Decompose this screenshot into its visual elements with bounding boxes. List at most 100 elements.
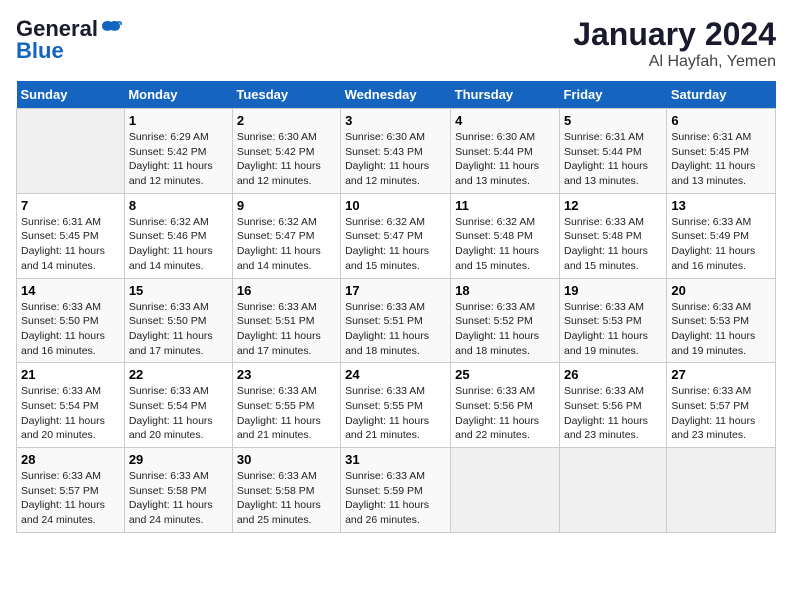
day-number: 9 <box>237 198 336 213</box>
day-info: Sunrise: 6:31 AM Sunset: 5:45 PM Dayligh… <box>21 215 120 274</box>
header-day-monday: Monday <box>124 81 232 109</box>
calendar-cell: 24 Sunrise: 6:33 AM Sunset: 5:55 PM Dayli… <box>341 363 451 448</box>
calendar-week-row: 28Sunrise: 6:33 AM Sunset: 5:57 PM Dayli… <box>17 448 776 533</box>
day-info: Sunrise: 6:33 AM Sunset: 5:50 PM Dayligh… <box>21 300 120 359</box>
day-number: 20 <box>671 283 771 298</box>
calendar-cell: 18 Sunrise: 6:33 AM Sunset: 5:52 PM Dayli… <box>451 278 560 363</box>
calendar-cell: 23 Sunrise: 6:33 AM Sunset: 5:55 PM Dayli… <box>232 363 340 448</box>
calendar-cell: 8 Sunrise: 6:32 AM Sunset: 5:46 PM Daylig… <box>124 193 232 278</box>
day-number: 5 <box>564 113 662 128</box>
day-number: 10 <box>345 198 446 213</box>
day-info: Sunrise: 6:33 AM Sunset: 5:51 PM Dayligh… <box>237 300 336 359</box>
day-info: Sunrise: 6:30 AM Sunset: 5:42 PM Dayligh… <box>237 130 336 189</box>
day-number: 1 <box>129 113 228 128</box>
calendar-cell: 22 Sunrise: 6:33 AM Sunset: 5:54 PM Dayli… <box>124 363 232 448</box>
day-number: 13 <box>671 198 771 213</box>
calendar-cell: 21 Sunrise: 6:33 AM Sunset: 5:54 PM Dayli… <box>17 363 125 448</box>
day-number: 22 <box>129 367 228 382</box>
day-number: 4 <box>455 113 555 128</box>
day-number: 25 <box>455 367 555 382</box>
day-info: Sunrise: 6:31 AM Sunset: 5:45 PM Dayligh… <box>671 130 771 189</box>
calendar-cell: 2Sunrise: 6:30 AM Sunset: 5:42 PM Daylig… <box>232 109 340 194</box>
day-info: Sunrise: 6:32 AM Sunset: 5:48 PM Dayligh… <box>455 215 555 274</box>
logo: General Blue <box>16 16 122 64</box>
calendar-cell: 9 Sunrise: 6:32 AM Sunset: 5:47 PM Daylig… <box>232 193 340 278</box>
calendar-table: SundayMondayTuesdayWednesdayThursdayFrid… <box>16 81 776 533</box>
calendar-week-row: 21 Sunrise: 6:33 AM Sunset: 5:54 PM Dayli… <box>17 363 776 448</box>
day-number: 8 <box>129 198 228 213</box>
day-number: 6 <box>671 113 771 128</box>
logo-blue: Blue <box>16 38 64 64</box>
day-number: 7 <box>21 198 120 213</box>
day-info: Sunrise: 6:33 AM Sunset: 5:51 PM Dayligh… <box>345 300 446 359</box>
day-info: Sunrise: 6:32 AM Sunset: 5:46 PM Dayligh… <box>129 215 228 274</box>
calendar-cell: 15 Sunrise: 6:33 AM Sunset: 5:50 PM Dayli… <box>124 278 232 363</box>
day-info: Sunrise: 6:32 AM Sunset: 5:47 PM Dayligh… <box>345 215 446 274</box>
calendar-cell <box>667 448 776 533</box>
day-info: Sunrise: 6:33 AM Sunset: 5:55 PM Dayligh… <box>237 384 336 443</box>
day-number: 17 <box>345 283 446 298</box>
logo-bird-icon <box>100 18 122 40</box>
calendar-cell: 13 Sunrise: 6:33 AM Sunset: 5:49 PM Dayli… <box>667 193 776 278</box>
calendar-cell <box>559 448 666 533</box>
calendar-cell: 14Sunrise: 6:33 AM Sunset: 5:50 PM Dayli… <box>17 278 125 363</box>
day-number: 11 <box>455 198 555 213</box>
day-number: 29 <box>129 452 228 467</box>
day-info: Sunrise: 6:33 AM Sunset: 5:54 PM Dayligh… <box>129 384 228 443</box>
calendar-cell: 16 Sunrise: 6:33 AM Sunset: 5:51 PM Dayli… <box>232 278 340 363</box>
calendar-cell: 17 Sunrise: 6:33 AM Sunset: 5:51 PM Dayli… <box>341 278 451 363</box>
calendar-cell: 26Sunrise: 6:33 AM Sunset: 5:56 PM Dayli… <box>559 363 666 448</box>
day-number: 3 <box>345 113 446 128</box>
day-number: 24 <box>345 367 446 382</box>
calendar-cell: 29 Sunrise: 6:33 AM Sunset: 5:58 PM Dayli… <box>124 448 232 533</box>
day-info: Sunrise: 6:33 AM Sunset: 5:56 PM Dayligh… <box>455 384 555 443</box>
header-day-tuesday: Tuesday <box>232 81 340 109</box>
calendar-cell: 4 Sunrise: 6:30 AM Sunset: 5:44 PM Daylig… <box>451 109 560 194</box>
day-info: Sunrise: 6:29 AM Sunset: 5:42 PM Dayligh… <box>129 130 228 189</box>
day-info: Sunrise: 6:33 AM Sunset: 5:59 PM Dayligh… <box>345 469 446 528</box>
calendar-cell: 5Sunrise: 6:31 AM Sunset: 5:44 PM Daylig… <box>559 109 666 194</box>
main-title: January 2024 <box>573 16 776 53</box>
day-number: 15 <box>129 283 228 298</box>
day-info: Sunrise: 6:33 AM Sunset: 5:50 PM Dayligh… <box>129 300 228 359</box>
calendar-cell: 31Sunrise: 6:33 AM Sunset: 5:59 PM Dayli… <box>341 448 451 533</box>
calendar-cell: 11 Sunrise: 6:32 AM Sunset: 5:48 PM Dayli… <box>451 193 560 278</box>
calendar-header-row: SundayMondayTuesdayWednesdayThursdayFrid… <box>17 81 776 109</box>
day-info: Sunrise: 6:33 AM Sunset: 5:56 PM Dayligh… <box>564 384 662 443</box>
day-info: Sunrise: 6:30 AM Sunset: 5:44 PM Dayligh… <box>455 130 555 189</box>
header-day-sunday: Sunday <box>17 81 125 109</box>
day-number: 16 <box>237 283 336 298</box>
calendar-cell <box>17 109 125 194</box>
day-number: 30 <box>237 452 336 467</box>
day-info: Sunrise: 6:33 AM Sunset: 5:49 PM Dayligh… <box>671 215 771 274</box>
day-info: Sunrise: 6:32 AM Sunset: 5:47 PM Dayligh… <box>237 215 336 274</box>
calendar-week-row: 7 Sunrise: 6:31 AM Sunset: 5:45 PM Daylig… <box>17 193 776 278</box>
day-info: Sunrise: 6:33 AM Sunset: 5:54 PM Dayligh… <box>21 384 120 443</box>
day-info: Sunrise: 6:33 AM Sunset: 5:48 PM Dayligh… <box>564 215 662 274</box>
day-info: Sunrise: 6:33 AM Sunset: 5:58 PM Dayligh… <box>129 469 228 528</box>
day-number: 28 <box>21 452 120 467</box>
calendar-week-row: 1 Sunrise: 6:29 AM Sunset: 5:42 PM Daylig… <box>17 109 776 194</box>
calendar-cell: 30 Sunrise: 6:33 AM Sunset: 5:58 PM Dayli… <box>232 448 340 533</box>
calendar-cell: 10 Sunrise: 6:32 AM Sunset: 5:47 PM Dayli… <box>341 193 451 278</box>
day-number: 21 <box>21 367 120 382</box>
header-day-thursday: Thursday <box>451 81 560 109</box>
calendar-cell: 27 Sunrise: 6:33 AM Sunset: 5:57 PM Dayli… <box>667 363 776 448</box>
day-number: 23 <box>237 367 336 382</box>
day-number: 27 <box>671 367 771 382</box>
calendar-cell: 19Sunrise: 6:33 AM Sunset: 5:53 PM Dayli… <box>559 278 666 363</box>
day-info: Sunrise: 6:33 AM Sunset: 5:57 PM Dayligh… <box>671 384 771 443</box>
day-number: 18 <box>455 283 555 298</box>
day-info: Sunrise: 6:33 AM Sunset: 5:52 PM Dayligh… <box>455 300 555 359</box>
header-day-wednesday: Wednesday <box>341 81 451 109</box>
calendar-week-row: 14Sunrise: 6:33 AM Sunset: 5:50 PM Dayli… <box>17 278 776 363</box>
calendar-cell: 7 Sunrise: 6:31 AM Sunset: 5:45 PM Daylig… <box>17 193 125 278</box>
header-day-friday: Friday <box>559 81 666 109</box>
calendar-cell: 3Sunrise: 6:30 AM Sunset: 5:43 PM Daylig… <box>341 109 451 194</box>
sub-title: Al Hayfah, Yemen <box>573 53 776 71</box>
calendar-cell: 6 Sunrise: 6:31 AM Sunset: 5:45 PM Daylig… <box>667 109 776 194</box>
day-info: Sunrise: 6:33 AM Sunset: 5:58 PM Dayligh… <box>237 469 336 528</box>
calendar-cell: 25 Sunrise: 6:33 AM Sunset: 5:56 PM Dayli… <box>451 363 560 448</box>
day-info: Sunrise: 6:33 AM Sunset: 5:55 PM Dayligh… <box>345 384 446 443</box>
page-header: General Blue January 2024 Al Hayfah, Yem… <box>16 16 776 71</box>
